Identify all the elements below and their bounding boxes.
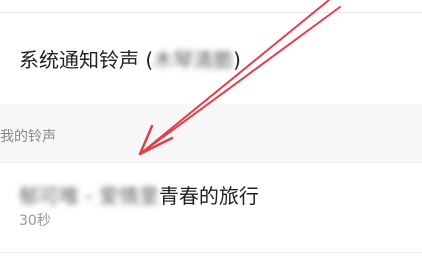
system-ringtone-value-blurred: 木琴清脆 xyxy=(153,48,234,72)
ringtone-artist-blurred: 郁可唯 - 爱情里 xyxy=(19,184,159,208)
system-ringtone-close: ) xyxy=(233,48,241,72)
system-ringtone-label: 系统通知铃声 ( xyxy=(19,48,154,72)
ringtone-duration: 30秒 xyxy=(19,213,51,229)
system-notification-ringtone-row[interactable]: 系统通知铃声 (木琴清脆) xyxy=(19,44,241,76)
section-header-my-ringtones: 我的铃声 xyxy=(0,129,56,145)
divider xyxy=(0,162,422,163)
my-ringtone-item[interactable]: 郁可唯 - 爱情里青春的旅行 xyxy=(19,180,259,212)
ringtone-title: 青春的旅行 xyxy=(158,184,259,208)
divider xyxy=(0,252,422,253)
divider xyxy=(0,12,422,13)
